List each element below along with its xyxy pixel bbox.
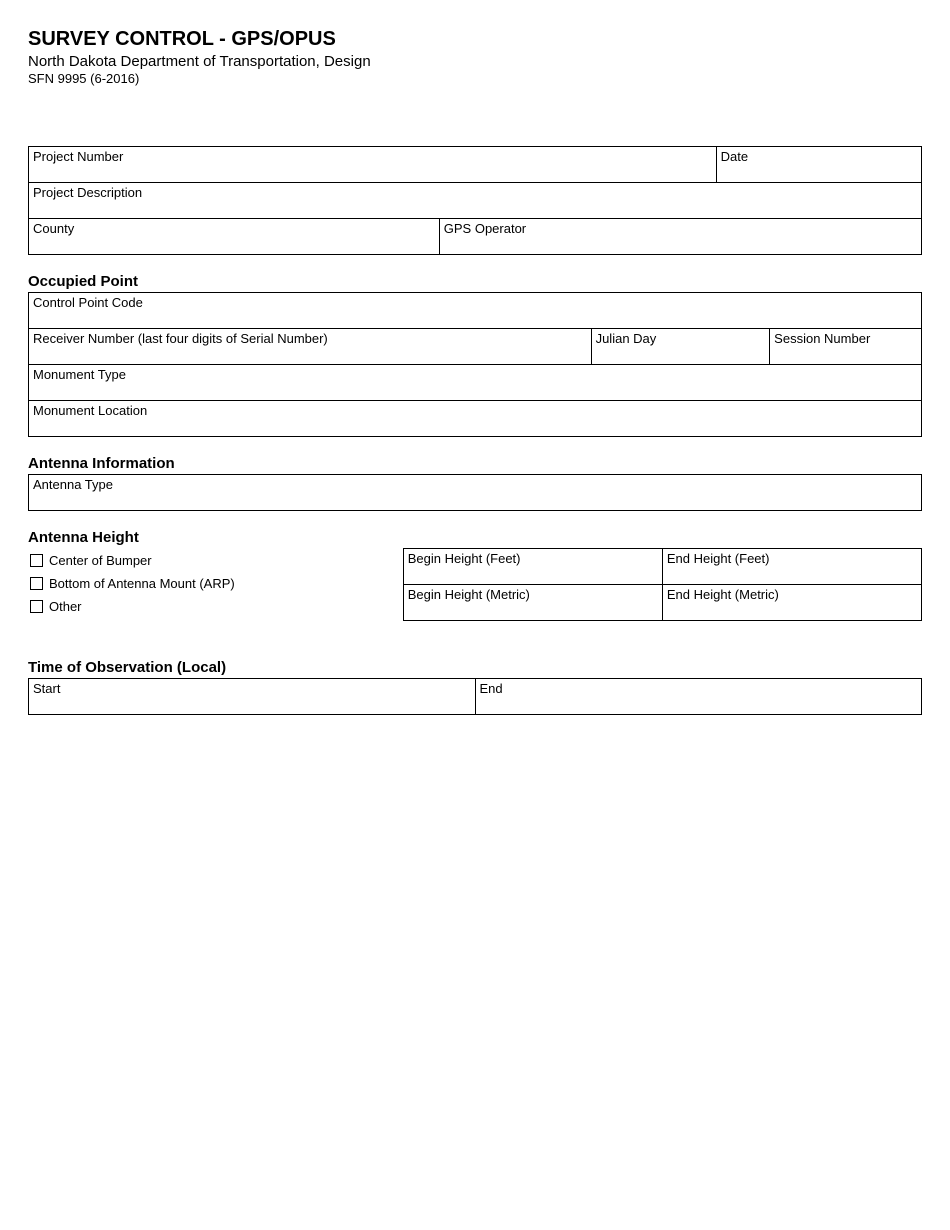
julian-day-field[interactable]: Julian Day xyxy=(591,329,770,365)
bottom-of-antenna-checkbox[interactable]: Bottom of Antenna Mount (ARP) xyxy=(28,572,403,595)
gps-operator-field[interactable]: GPS Operator xyxy=(439,219,921,255)
antenna-height-table: Center of Bumper Bottom of Antenna Mount… xyxy=(28,548,922,621)
occupied-point-table: Control Point Code Receiver Number (last… xyxy=(28,292,922,437)
other-label: Other xyxy=(49,599,82,614)
project-number-field[interactable]: Project Number xyxy=(29,147,717,183)
form-subtitle: North Dakota Department of Transportatio… xyxy=(28,53,922,70)
bottom-of-antenna-label: Bottom of Antenna Mount (ARP) xyxy=(49,576,235,591)
form-number: SFN 9995 (6-2016) xyxy=(28,71,922,86)
other-checkbox[interactable]: Other xyxy=(28,595,403,618)
center-of-bumper-checkbox[interactable]: Center of Bumper xyxy=(28,549,403,572)
antenna-height-checkboxes: Center of Bumper Bottom of Antenna Mount… xyxy=(28,549,403,621)
project-info-table: Project Number Date Project Description … xyxy=(28,146,922,255)
monument-type-field[interactable]: Monument Type xyxy=(29,365,922,401)
monument-location-field[interactable]: Monument Location xyxy=(29,401,922,437)
session-number-field[interactable]: Session Number xyxy=(770,329,922,365)
antenna-height-header: Antenna Height xyxy=(28,529,922,546)
checkbox-icon xyxy=(30,577,43,590)
receiver-number-field[interactable]: Receiver Number (last four digits of Ser… xyxy=(29,329,592,365)
begin-height-feet-field[interactable]: Begin Height (Feet) xyxy=(403,549,662,585)
end-height-metric-field[interactable]: End Height (Metric) xyxy=(662,585,921,621)
county-field[interactable]: County xyxy=(29,219,440,255)
occupied-point-header: Occupied Point xyxy=(28,273,922,290)
checkbox-icon xyxy=(30,600,43,613)
time-observation-header: Time of Observation (Local) xyxy=(28,659,922,676)
date-field[interactable]: Date xyxy=(716,147,921,183)
project-description-field[interactable]: Project Description xyxy=(29,183,922,219)
antenna-type-field[interactable]: Antenna Type xyxy=(29,475,922,511)
control-point-code-field[interactable]: Control Point Code xyxy=(29,293,922,329)
end-height-feet-field[interactable]: End Height (Feet) xyxy=(662,549,921,585)
begin-height-metric-field[interactable]: Begin Height (Metric) xyxy=(403,585,662,621)
antenna-info-header: Antenna Information xyxy=(28,455,922,472)
start-time-field[interactable]: Start xyxy=(29,679,476,715)
antenna-info-table: Antenna Type xyxy=(28,474,922,511)
center-of-bumper-label: Center of Bumper xyxy=(49,553,152,568)
form-title: SURVEY CONTROL - GPS/OPUS xyxy=(28,28,922,51)
time-observation-table: Start End xyxy=(28,678,922,715)
checkbox-icon xyxy=(30,554,43,567)
end-time-field[interactable]: End xyxy=(475,679,922,715)
